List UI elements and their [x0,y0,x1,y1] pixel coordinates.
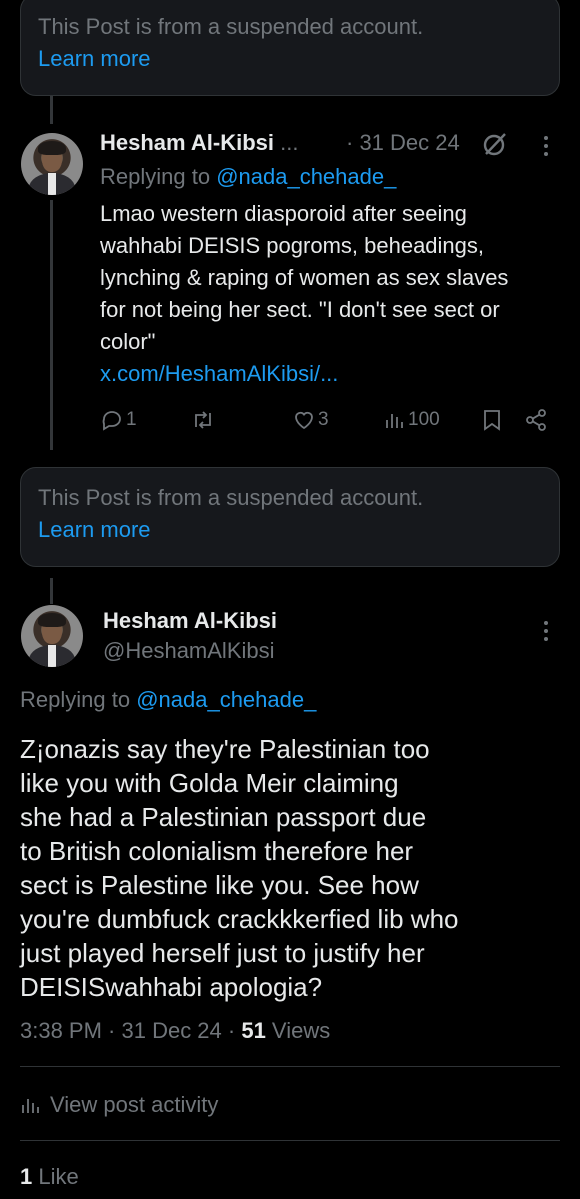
repost-button[interactable] [190,404,216,436]
view-count: 100 [408,409,440,430]
post-date[interactable]: · 31 Dec 24 [346,128,460,158]
user-handle[interactable]: @HeshamAlKibsi [103,636,275,666]
body-line: like you with Golda Meir claiming [20,768,399,798]
likes-label: Like [32,1164,79,1189]
divider [20,1140,560,1141]
avatar[interactable] [21,605,83,667]
body-line: you're dumbfuck crackkkerfied lib who [20,904,459,934]
grok-icon[interactable] [482,131,508,162]
timestamp-text[interactable]: 3:38 PM · 31 Dec 24 · [20,1018,241,1043]
learn-more-link[interactable]: Learn more [38,43,542,75]
replying-handle-link[interactable]: @nada_chehade_ [136,687,316,712]
more-options-icon[interactable] [544,136,548,160]
replying-prefix: Replying to [100,164,217,189]
body-line: to British colonialism therefore her [20,836,414,866]
divider [20,1066,560,1067]
body-line: DEISISwahhabi apologia? [20,972,323,1002]
reply-button[interactable]: 1 [100,404,137,436]
likes-summary[interactable]: 1 Like [20,1162,79,1192]
body-line: just played herself just to justify her [20,938,425,968]
views-count: 51 [241,1018,266,1043]
display-name[interactable]: Hesham Al-Kibsi [100,130,274,155]
body-line: color" [100,329,156,354]
body-line: she had a Palestinian passport due [20,802,427,832]
thread-line [50,578,53,604]
analytics-icon [22,1099,39,1113]
suspended-text: This Post is from a suspended account. [38,485,424,510]
thread-line [50,200,53,450]
analytics-icon [386,414,403,428]
avatar[interactable] [21,133,83,195]
bookmark-button[interactable] [482,404,502,436]
post-body: Z¡onazis say they're Palestinian too lik… [20,732,565,1004]
thread-line-top [50,96,53,124]
body-line: wahhabi DEISIS pogroms, beheadings, [100,233,485,258]
suspended-post-notice: This Post is from a suspended account. L… [20,0,560,96]
replying-to: Replying to @nada_chehade_ [20,685,316,715]
share-button[interactable] [524,404,548,436]
body-line: sect is Palestine like you. See how [20,870,419,900]
body-line: for not being her sect. "I don't see sec… [100,297,500,322]
suspended-text: This Post is from a suspended account. [38,14,424,39]
like-count: 3 [318,409,329,430]
reply-count: 1 [126,409,137,430]
view-post-activity-button[interactable]: View post activity [20,1090,218,1120]
heart-icon [295,411,313,430]
body-line: Lmao western diasporoid after seeing [100,201,467,226]
views-button[interactable]: 100 [384,404,440,436]
replying-to: Replying to @nada_chehade_ [100,162,396,192]
share-icon [526,409,546,431]
like-button[interactable]: 3 [292,404,329,436]
replying-handle-link[interactable]: @nada_chehade_ [216,164,396,189]
suspended-post-notice: This Post is from a suspended account. L… [20,467,560,567]
body-line: Z¡onazis say they're Palestinian too [20,734,430,764]
replying-prefix: Replying to [20,687,137,712]
post-header: Hesham Al-Kibsi ... [100,128,298,158]
post-link[interactable]: x.com/HeshamAlKibsi/... [100,358,560,390]
more-options-icon[interactable] [544,621,548,645]
bookmark-icon [484,410,500,431]
views-label: Views [265,1018,331,1043]
post-timestamp: 3:38 PM · 31 Dec 24 · 51 Views [20,1016,330,1046]
repost-icon [195,411,211,429]
body-line: lynching & raping of women as sex slaves [100,265,509,290]
view-post-activity-label: View post activity [50,1092,219,1117]
display-name[interactable]: Hesham Al-Kibsi [103,606,277,636]
learn-more-link[interactable]: Learn more [38,514,542,546]
name-ellipsis: ... [280,130,299,155]
likes-count: 1 [20,1164,33,1189]
post-body: Lmao western diasporoid after seeing wah… [100,198,560,390]
reply-icon [102,411,121,431]
post-actions: 1 3 100 [100,404,560,436]
